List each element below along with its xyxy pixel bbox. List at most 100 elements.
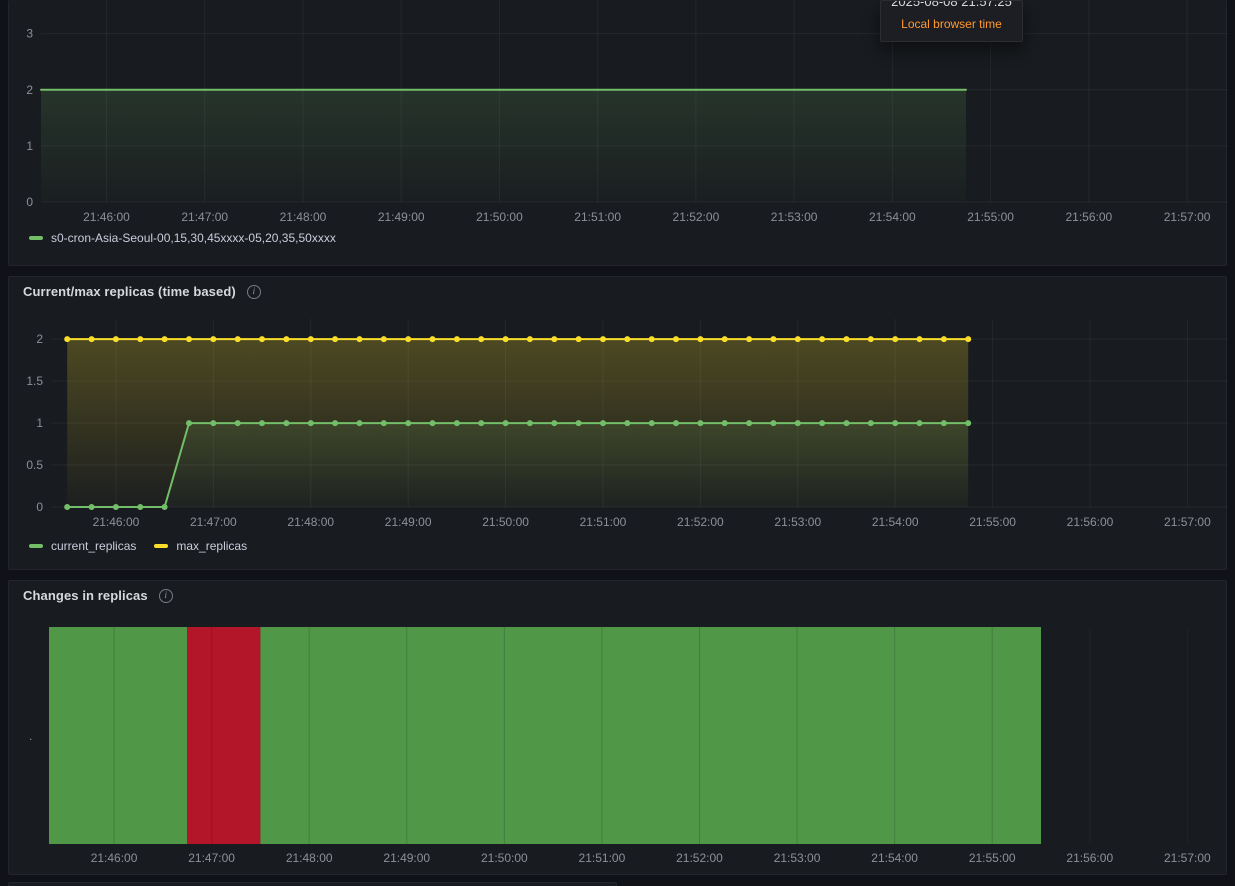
data-point [283, 336, 290, 343]
data-point [843, 336, 850, 343]
data-point [453, 420, 460, 427]
data-point [575, 336, 582, 343]
data-point [916, 336, 923, 343]
panel-header: Current/max replicas (time based) i [23, 284, 261, 299]
legend-item-current-replicas[interactable]: current_replicas [29, 539, 136, 553]
data-point [380, 336, 387, 343]
state-segment[interactable] [187, 627, 261, 844]
data-point [210, 336, 217, 343]
data-point [965, 420, 972, 427]
data-point [819, 336, 826, 343]
svg-text:21:49:00: 21:49:00 [385, 515, 432, 529]
data-point [746, 420, 753, 427]
data-point [624, 336, 631, 343]
tooltip-clipped-line: 2025-08-08 21:57:25 [881, 1, 1022, 12]
data-point [697, 420, 704, 427]
data-point [186, 420, 192, 427]
svg-text:21:46:00: 21:46:00 [83, 210, 130, 224]
svg-text:2: 2 [36, 332, 43, 346]
svg-text:21:50:00: 21:50:00 [481, 851, 528, 865]
data-point [307, 420, 314, 427]
data-point [405, 336, 412, 343]
data-point [551, 420, 558, 427]
info-icon[interactable]: i [246, 284, 261, 299]
svg-text:21:56:00: 21:56:00 [1065, 210, 1112, 224]
data-point [575, 420, 582, 427]
series-s0-cron-Asia-Seoul-00,15,30,45xxxx-05,20,35,50xxxx [40, 88, 967, 202]
svg-text:21:57:00: 21:57:00 [1164, 515, 1211, 529]
svg-text:21:51:00: 21:51:00 [574, 210, 621, 224]
svg-text:21:54:00: 21:54:00 [871, 851, 918, 865]
svg-text:0: 0 [36, 500, 43, 514]
data-point [112, 504, 119, 510]
svg-text:21:54:00: 21:54:00 [872, 515, 919, 529]
legend-item-max-replicas[interactable]: max_replicas [154, 539, 247, 553]
data-point [453, 336, 460, 343]
data-point [916, 420, 923, 427]
legend-item-cron-series[interactable]: s0-cron-Asia-Seoul-00,15,30,45xxxx-05,20… [29, 231, 336, 245]
data-point [137, 504, 144, 510]
svg-text:21:54:00: 21:54:00 [869, 210, 916, 224]
svg-text:1: 1 [36, 416, 43, 430]
panel-title[interactable]: Current/max replicas (time based) [23, 284, 236, 299]
data-point [112, 336, 119, 343]
series-current_replicas [64, 420, 972, 510]
svg-text:21:51:00: 21:51:00 [579, 851, 626, 865]
data-point [234, 420, 241, 427]
data-point [551, 336, 558, 343]
data-point [867, 336, 874, 343]
svg-text:21:53:00: 21:53:00 [774, 851, 821, 865]
data-point [843, 420, 850, 427]
data-point [502, 420, 509, 427]
state-segment[interactable] [260, 627, 1041, 844]
svg-text:21:49:00: 21:49:00 [378, 210, 425, 224]
data-point [600, 336, 606, 343]
data-point [405, 420, 412, 427]
data-point [697, 336, 704, 343]
data-point [965, 336, 972, 343]
replicas-chart-canvas[interactable]: 0 0.5 1 1.5 2 21:46:00 21:47:00 21:48:00 21:49:0… [9, 277, 1228, 535]
info-icon[interactable]: i [158, 588, 173, 603]
svg-text:21:47:00: 21:47:00 [188, 851, 235, 865]
panel-title[interactable]: Changes in replicas [23, 588, 148, 603]
data-point [161, 336, 168, 343]
panel-header: Changes in replicas i [23, 588, 173, 603]
svg-text:1.5: 1.5 [26, 374, 43, 388]
data-point [940, 336, 947, 343]
data-point [307, 336, 314, 343]
series-color-marker [29, 544, 43, 548]
data-point [940, 420, 947, 427]
svg-text:21:48:00: 21:48:00 [287, 515, 334, 529]
data-point [88, 504, 95, 510]
series-color-marker [29, 236, 43, 240]
svg-text:21:52:00: 21:52:00 [673, 210, 720, 224]
data-point [210, 420, 217, 427]
svg-text:21:47:00: 21:47:00 [190, 515, 237, 529]
state-timeline-canvas[interactable]: 21:46:00 21:47:00 21:48:00 21:49:00 21:50:00… [9, 581, 1228, 871]
data-point [526, 420, 533, 427]
legend: s0-cron-Asia-Seoul-00,15,30,45xxxx-05,20… [29, 231, 336, 245]
svg-text:21:56:00: 21:56:00 [1067, 515, 1114, 529]
svg-text:21:57:00: 21:57:00 [1164, 210, 1211, 224]
data-point [794, 336, 801, 343]
data-point [770, 420, 777, 427]
data-point [478, 336, 485, 343]
svg-text:2: 2 [26, 83, 33, 97]
svg-text:3: 3 [26, 27, 33, 41]
svg-text:21:50:00: 21:50:00 [482, 515, 529, 529]
state-segment[interactable] [49, 627, 188, 844]
cron-schedule-chart-canvas[interactable]: 0 1 2 3 21:46:00 21:47:00 21:48:00 21:49:00 21:5… [9, 0, 1228, 240]
data-point [137, 336, 144, 343]
data-point [332, 336, 339, 343]
svg-text:21:46:00: 21:46:00 [93, 515, 140, 529]
data-point [819, 420, 826, 427]
data-point [721, 420, 728, 427]
svg-text:21:53:00: 21:53:00 [774, 515, 821, 529]
panel-cron-schedule: 0 1 2 3 21:46:00 21:47:00 21:48:00 21:49:00 21:5… [8, 0, 1228, 266]
data-point [234, 336, 241, 343]
data-point [161, 504, 168, 510]
data-point [429, 420, 436, 427]
data-point [648, 420, 655, 427]
data-point [380, 420, 387, 427]
tooltip-datetime: 2025-08-08 21:57:25 [891, 1, 1012, 9]
